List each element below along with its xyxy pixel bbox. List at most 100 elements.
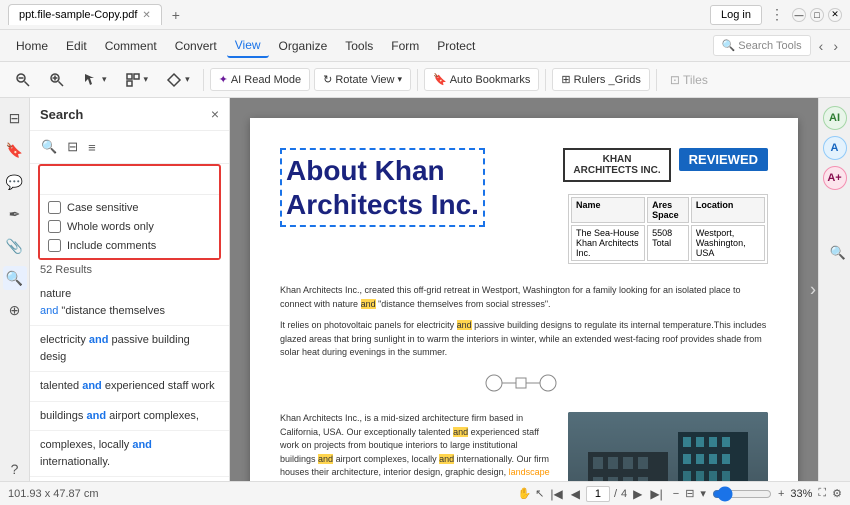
select-tool-button[interactable]: ▾ [76, 68, 114, 92]
search-input[interactable]: and [44, 169, 215, 191]
search-tools-label: Search Tools [738, 40, 801, 52]
right-icon-ai2[interactable]: A [823, 136, 847, 160]
view-mode-button[interactable]: ▾ [118, 68, 156, 92]
result-text-2: electricity [40, 334, 89, 346]
status-right: − ⊟ ▾ + 33% ⛶ ⚙ [673, 486, 842, 502]
result-item-6[interactable]: design, landscape andmodel making [30, 477, 229, 481]
whole-words-checkbox[interactable] [48, 220, 61, 233]
minimize-button[interactable]: — [792, 8, 806, 22]
sidebar-icon-bookmark[interactable]: 🔖 [3, 138, 27, 162]
draw-tool-button[interactable]: ▾ [159, 68, 197, 92]
pdf-body: Khan Architects Inc., created this off-g… [280, 284, 768, 481]
fullscreen-icon[interactable]: ⛶ [818, 487, 826, 500]
pdf-logo-area: KHAN ARCHITECTS INC. REVIEWED Name Ares … [563, 148, 768, 264]
result-rest-4: airport complexes, [106, 410, 199, 422]
search-panel-tool-1[interactable]: 🔍 [38, 137, 60, 157]
nav-forward-icon[interactable]: › [829, 36, 842, 56]
include-comments-option[interactable]: Include comments [40, 236, 219, 255]
right-icon-ai1[interactable]: AI [823, 106, 847, 130]
menu-form[interactable]: Form [383, 35, 427, 57]
result-item-2[interactable]: electricity and passive building desig [30, 326, 229, 372]
result-text-5: complexes, locally [40, 439, 132, 451]
search-submit-button[interactable]: 🔍 [830, 245, 846, 261]
scroll-right-icon[interactable]: › [810, 279, 816, 300]
reviewed-badge: REVIEWED [679, 148, 768, 171]
cursor-tool-icon[interactable]: ↖ [535, 487, 544, 500]
menu-tools[interactable]: Tools [337, 35, 381, 57]
active-tab[interactable]: ppt.file-sample-Copy.pdf ✕ [8, 4, 162, 25]
whole-words-option[interactable]: Whole words only [40, 217, 219, 236]
case-sensitive-checkbox[interactable] [48, 201, 61, 214]
tiles-label: Tiles [683, 73, 708, 87]
auto-bookmarks-label: Auto Bookmarks [450, 74, 531, 86]
window-menu-icon[interactable]: ⋮ [770, 6, 784, 23]
nav-back-icon[interactable]: ‹ [815, 36, 828, 56]
diagram-svg [484, 368, 564, 398]
sidebar-icon-comment[interactable]: 💬 [3, 170, 27, 194]
building-image [568, 412, 768, 481]
rulers-grids-button[interactable]: ⊞ Rulers _Grids [552, 68, 649, 91]
zoom-out-status-icon[interactable]: − [673, 488, 679, 500]
search-tools-button[interactable]: 🔍 Search Tools [713, 35, 811, 56]
tiles-button[interactable]: ⊡ Tiles [663, 69, 715, 91]
pdf-para3: Khan Architects Inc., is a mid-sized arc… [280, 412, 553, 481]
close-window-button[interactable]: ✕ [828, 8, 842, 22]
search-panel-tool-3[interactable]: ≡ [85, 138, 99, 157]
rotate-view-button[interactable]: ↻ Rotate View ▾ [314, 68, 411, 91]
right-icon-ai3[interactable]: A+ [823, 166, 847, 190]
zoom-slider[interactable] [712, 486, 772, 502]
menu-comment[interactable]: Comment [97, 35, 165, 57]
menu-edit[interactable]: Edit [58, 35, 95, 57]
draw-icon [166, 72, 182, 88]
menu-protect[interactable]: Protect [429, 35, 483, 57]
last-page-button[interactable]: ▶| [648, 487, 664, 501]
menu-view[interactable]: View [227, 34, 269, 58]
ai-read-mode-button[interactable]: ✦ AI Read Mode [210, 68, 311, 91]
current-page-input[interactable]: 1 [586, 486, 610, 502]
sidebar-icon-thumbnail[interactable]: ⊟ [3, 106, 27, 130]
search-results-count: 52 Results [30, 260, 229, 280]
result-item-3[interactable]: talented and experienced staff work [30, 372, 229, 402]
pdf-para1: Khan Architects Inc., created this off-g… [280, 284, 768, 311]
search-panel-tool-2[interactable]: ⊟ [64, 137, 81, 157]
menu-organize[interactable]: Organize [271, 35, 336, 57]
zoom-select-icon[interactable]: ⊟ [685, 487, 694, 500]
prev-page-button[interactable]: ◀ [569, 487, 582, 501]
pdf-page: About KhanArchitects Inc. KHAN ARCHITECT… [250, 118, 798, 481]
search-options-dropdown: Case sensitive Whole words only Include … [40, 194, 219, 258]
sidebar-icon-layers[interactable]: ⊕ [3, 298, 27, 322]
next-page-button[interactable]: ▶ [631, 487, 644, 501]
maximize-button[interactable]: □ [810, 8, 824, 22]
zoom-in-icon [49, 72, 65, 88]
info-value-area: 5508 Total [647, 225, 689, 261]
menu-convert[interactable]: Convert [167, 35, 225, 57]
status-left: 101.93 x 47.87 cm [8, 488, 509, 500]
sidebar-icon-attach[interactable]: 📎 [3, 234, 27, 258]
result-item-5[interactable]: complexes, locally and internationally. [30, 431, 229, 477]
first-page-button[interactable]: |◀ [548, 487, 564, 501]
result-item-1[interactable]: nature and "distance themselves [30, 280, 229, 326]
login-button[interactable]: Log in [710, 5, 762, 25]
search-panel-toolbar: 🔍 ⊟ ≡ [30, 131, 229, 164]
result-highlight-4: and [86, 410, 106, 422]
menu-home[interactable]: Home [8, 35, 56, 57]
settings-icon[interactable]: ⚙ [832, 487, 842, 500]
zoom-in-button[interactable] [42, 68, 72, 92]
zoom-out-button[interactable] [8, 68, 38, 92]
search-panel-close-button[interactable]: × [211, 106, 219, 122]
new-tab-button[interactable]: + [166, 5, 186, 25]
hand-tool-icon[interactable]: ✋ [517, 487, 531, 500]
zoom-plus-icon[interactable]: + [778, 488, 784, 500]
sidebar-icon-help[interactable]: ? [3, 457, 27, 481]
close-tab-icon[interactable]: ✕ [142, 10, 150, 21]
include-comments-checkbox[interactable] [48, 239, 61, 252]
zoom-dropdown-icon[interactable]: ▾ [700, 487, 706, 500]
case-sensitive-option[interactable]: Case sensitive [40, 198, 219, 217]
result-item-4[interactable]: buildings and airport complexes, [30, 402, 229, 432]
pdf-header: About KhanArchitects Inc. KHAN ARCHITECT… [280, 148, 768, 264]
menu-right: 🔍 Search Tools ‹ › [713, 35, 842, 56]
sidebar-icon-signature[interactable]: ✒ [3, 202, 27, 226]
search-panel: Search × 🔍 ⊟ ≡ and 🔍 Case sensitive [30, 98, 230, 481]
auto-bookmarks-button[interactable]: 🔖 Auto Bookmarks [424, 68, 539, 91]
sidebar-icon-search[interactable]: 🔍 [3, 266, 27, 290]
